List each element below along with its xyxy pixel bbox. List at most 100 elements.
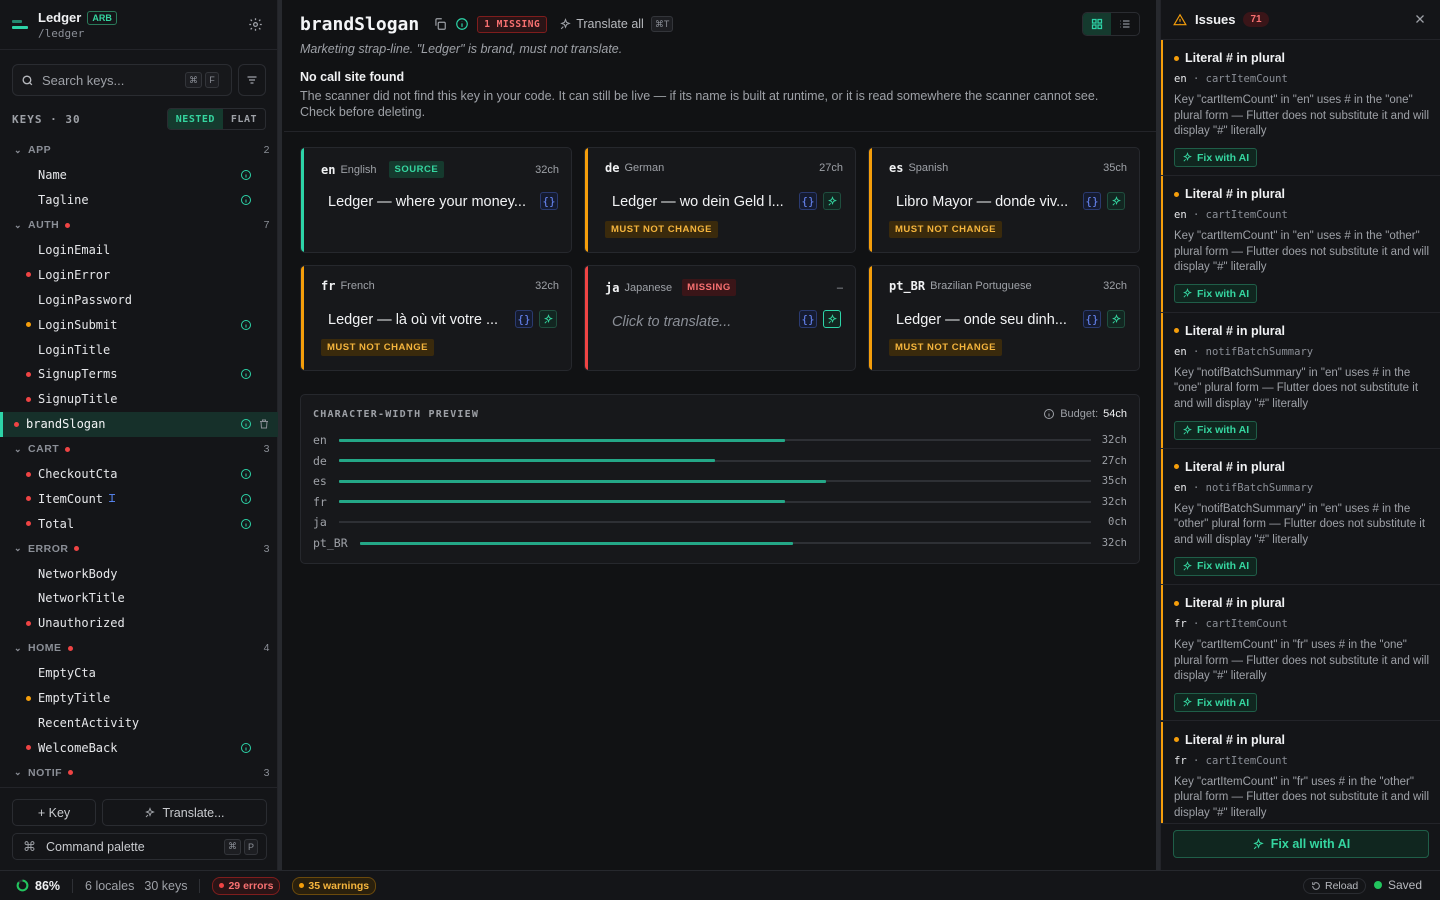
tree-item-emptycta[interactable]: EmptyCta (0, 661, 278, 686)
tree-group-app[interactable]: ⌄ APP 2 (0, 138, 278, 163)
add-key-button[interactable]: + Key (12, 799, 96, 826)
filter-button[interactable] (238, 64, 266, 96)
info-icon[interactable] (455, 17, 469, 31)
tree-group-auth[interactable]: ⌄ AUTH 7 (0, 213, 278, 238)
ai-translate-icon[interactable] (823, 192, 841, 210)
warnings-badge[interactable]: 35 warnings (292, 876, 377, 895)
tree-item-itemcount[interactable]: ItemCount Ɪ (0, 486, 278, 511)
chevron-down-icon[interactable]: ⌄ (14, 767, 22, 778)
issue-item[interactable]: Literal # in plural fr · cartItemCount Key… (1161, 721, 1440, 824)
command-palette-button[interactable]: ⌘ Command palette ⌘ P (12, 833, 267, 860)
tree-item-signuptitle[interactable]: SignupTitle (0, 387, 278, 412)
chevron-down-icon[interactable]: ⌄ (14, 643, 22, 654)
fix-with-ai-button[interactable]: Fix with AI (1174, 556, 1258, 576)
chevron-down-icon[interactable]: ⌄ (14, 543, 22, 554)
issue-key[interactable]: cartItemCount (1206, 73, 1288, 85)
tree-group-notif[interactable]: ⌄ NOTIF 3 (0, 760, 278, 785)
fix-with-ai-button[interactable]: Fix with AI (1174, 284, 1258, 304)
tree-item-loginsubmit[interactable]: LoginSubmit (0, 312, 278, 337)
info-icon[interactable] (240, 368, 252, 380)
search-input[interactable] (42, 72, 182, 88)
tree-item-loginemail[interactable]: LoginEmail (0, 238, 278, 263)
tree-item-checkoutcta[interactable]: CheckoutCta (0, 462, 278, 487)
placeholder-braces-icon[interactable]: {} (515, 310, 533, 328)
ai-translate-icon[interactable] (823, 310, 841, 328)
placeholder-braces-icon[interactable]: {} (540, 192, 558, 210)
tree-item-loginpassword[interactable]: LoginPassword (0, 287, 278, 312)
ai-translate-icon[interactable] (539, 310, 557, 328)
fix-with-ai-button[interactable]: Fix with AI (1174, 148, 1258, 167)
tree-item-signupterms[interactable]: SignupTerms (0, 362, 278, 387)
errors-badge[interactable]: 29 errors (212, 876, 281, 895)
tree-group-home[interactable]: ⌄ HOME 4 (0, 636, 278, 661)
tree-item-networktitle[interactable]: NetworkTitle (0, 586, 278, 611)
info-icon[interactable] (240, 742, 252, 754)
fix-all-button[interactable]: Fix all with AI (1173, 830, 1429, 858)
issue-item[interactable]: Literal # in plural en · cartItemCount Key… (1161, 176, 1440, 313)
locale-card-de[interactable]: de German 27ch Ledger — wo dein Geld l... {}… (584, 147, 856, 253)
tree-item-total[interactable]: Total (0, 511, 278, 536)
chevron-down-icon[interactable]: ⌄ (14, 145, 22, 156)
translation-value[interactable]: Ledger — onde seu dinh... (896, 312, 1067, 328)
view-mode-nested[interactable]: NESTED (167, 109, 223, 129)
info-icon[interactable] (240, 169, 252, 181)
sidebar-resize-handle[interactable] (278, 0, 282, 870)
translate-all-button[interactable]: Translate all ⌘T (559, 16, 674, 32)
info-icon[interactable] (240, 518, 252, 530)
tree-item-networkbody[interactable]: NetworkBody (0, 561, 278, 586)
placeholder-braces-icon[interactable]: {} (1083, 192, 1101, 210)
fix-with-ai-button[interactable]: Fix with AI (1174, 693, 1258, 713)
translation-value[interactable]: Ledger — wo dein Geld l... (612, 194, 784, 210)
tree-item-brandslogan[interactable]: brandSlogan (0, 411, 278, 437)
translation-value[interactable]: Libro Mayor — donde viv... (896, 194, 1068, 210)
tree-item-emptytitle[interactable]: EmptyTitle (0, 686, 278, 711)
issue-item[interactable]: Literal # in plural fr · cartItemCount Key… (1161, 585, 1440, 722)
copy-icon[interactable] (433, 17, 447, 31)
issue-item[interactable]: Literal # in plural en · cartItemCount Key… (1161, 40, 1440, 177)
chevron-down-icon[interactable]: ⌄ (14, 220, 22, 231)
translation-value[interactable]: Click to translate... (612, 314, 731, 330)
issue-key[interactable]: notifBatchSummary (1206, 482, 1313, 494)
info-icon[interactable] (240, 493, 252, 505)
reload-button[interactable]: Reload (1303, 878, 1367, 894)
chevron-down-icon[interactable]: ⌄ (14, 444, 22, 455)
fix-with-ai-button[interactable]: Fix with AI (1174, 420, 1258, 440)
tree-group-error[interactable]: ⌄ ERROR 3 (0, 536, 278, 561)
placeholder-braces-icon[interactable]: {} (799, 310, 817, 328)
issue-key[interactable]: notifBatchSummary (1206, 346, 1313, 358)
locale-card-ja[interactable]: ja Japanese MISSING – Click to translate... {… (584, 265, 856, 371)
tree-item-recentactivity[interactable]: RecentActivity (0, 710, 278, 735)
ai-translate-icon[interactable] (1107, 192, 1125, 210)
search-box[interactable]: ⌘ F (12, 64, 232, 96)
translation-value[interactable]: Ledger — là où vit votre ... (328, 312, 498, 328)
close-icon[interactable] (1414, 13, 1426, 25)
info-icon[interactable] (240, 418, 252, 430)
tree-item-logintitle[interactable]: LoginTitle (0, 337, 278, 362)
tree-item-name[interactable]: Name (0, 163, 278, 188)
tree-item-unauthorized[interactable]: Unauthorized (0, 611, 278, 636)
locale-card-es[interactable]: es Spanish 35ch Libro Mayor — donde viv... {… (868, 147, 1140, 253)
info-icon[interactable] (240, 319, 252, 331)
translation-value[interactable]: Ledger — where your money... (328, 194, 526, 210)
settings-gear-icon[interactable] (248, 17, 263, 32)
issue-item[interactable]: Literal # in plural en · notifBatchSummar… (1161, 312, 1440, 449)
placeholder-braces-icon[interactable]: {} (799, 192, 817, 210)
view-mode-flat[interactable]: FLAT (223, 109, 265, 129)
locale-card-en[interactable]: en English SOURCE 32ch Ledger — where your m… (300, 147, 572, 253)
translate-button[interactable]: Translate... (102, 799, 267, 826)
grid-view-icon[interactable] (1083, 13, 1111, 35)
list-view-icon[interactable] (1111, 13, 1139, 35)
issue-key[interactable]: cartItemCount (1206, 209, 1288, 221)
ai-translate-icon[interactable] (1107, 310, 1125, 328)
info-icon[interactable] (240, 468, 252, 480)
issue-item[interactable]: Literal # in plural en · notifBatchSummar… (1161, 448, 1440, 586)
trash-icon[interactable] (258, 418, 270, 430)
issue-key[interactable]: cartItemCount (1206, 618, 1288, 630)
tree-item-welcomeback[interactable]: WelcomeBack (0, 735, 278, 760)
tree-item-tagline[interactable]: Tagline (0, 188, 278, 213)
tree-group-cart[interactable]: ⌄ CART 3 (0, 437, 278, 462)
locale-card-fr[interactable]: fr French 32ch Ledger — là où vit votre ...… (300, 265, 572, 371)
tree-item-loginerror[interactable]: LoginError (0, 262, 278, 287)
issue-key[interactable]: cartItemCount (1206, 755, 1288, 767)
locale-card-pt_BR[interactable]: pt_BR Brazilian Portuguese 32ch Ledger — on… (868, 265, 1140, 371)
